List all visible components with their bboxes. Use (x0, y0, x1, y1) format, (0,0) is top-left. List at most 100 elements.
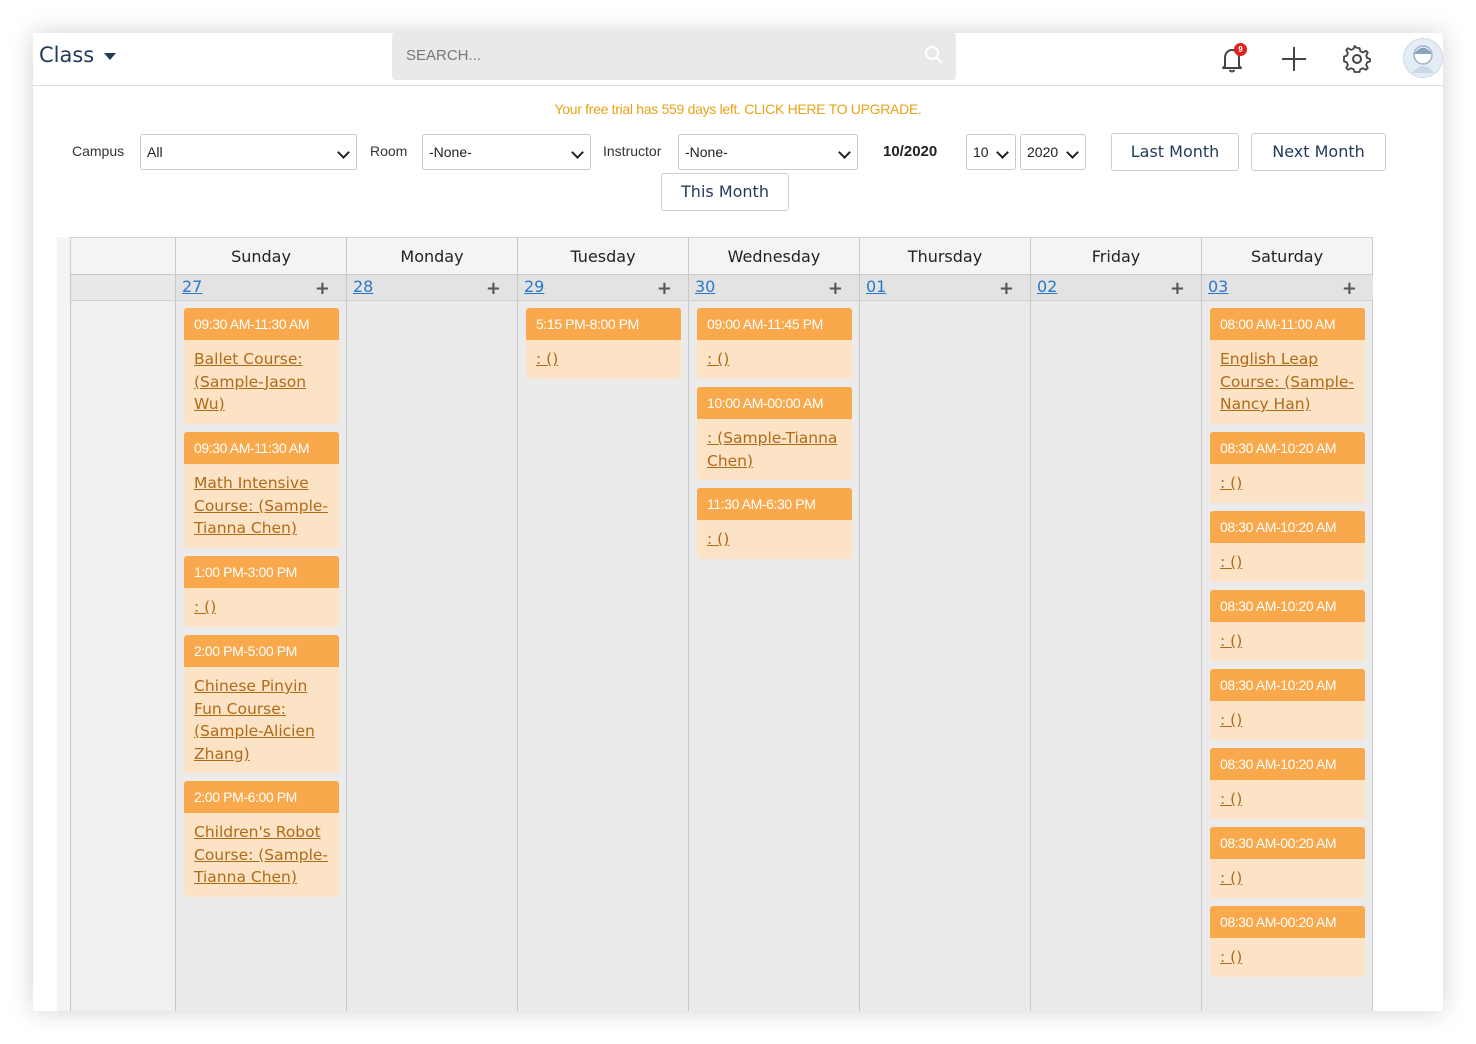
event-title-link[interactable]: Chinese Pinyin Fun Course: (Sample-Alici… (184, 667, 339, 773)
avatar[interactable] (1403, 38, 1443, 78)
date-link[interactable]: 29 (524, 277, 544, 296)
event-card[interactable]: 09:00 AM-11:45 PM: () (697, 308, 852, 379)
module-switcher[interactable]: Class (39, 43, 117, 67)
corner-header (70, 237, 175, 275)
month-value: 10 (973, 144, 989, 160)
month-select[interactable]: 10 (966, 134, 1016, 170)
add-event-plus-icon[interactable]: + (999, 278, 1014, 299)
event-time: 2:00 PM-5:00 PM (184, 635, 339, 667)
chevron-down-icon (1066, 146, 1079, 159)
event-title-link[interactable]: : () (184, 588, 339, 627)
add-event-plus-icon[interactable]: + (1170, 278, 1185, 299)
last-month-button[interactable]: Last Month (1111, 133, 1239, 171)
add-button[interactable] (1276, 41, 1312, 77)
instructor-select[interactable]: -None- (678, 134, 858, 170)
event-title-link[interactable]: : () (1210, 938, 1365, 977)
event-title-link[interactable]: : () (526, 340, 681, 379)
add-event-plus-icon[interactable]: + (315, 278, 330, 299)
event-title-link[interactable]: : () (697, 340, 852, 379)
event-card[interactable]: 11:30 AM-6:30 PM: () (697, 488, 852, 559)
date-bar-sunday: 27 + (175, 275, 346, 301)
chevron-down-icon (104, 52, 117, 60)
page-title: Class (39, 43, 95, 67)
day-cell-friday (1030, 301, 1201, 1011)
search-box (392, 33, 956, 80)
search-icon[interactable] (924, 45, 944, 70)
event-card[interactable]: 09:30 AM-11:30 AM Math Intensive Course: … (184, 432, 339, 548)
chevron-down-icon (571, 146, 584, 159)
event-card[interactable]: 08:30 AM-10:20 AM: () (1210, 590, 1365, 661)
day-header-sunday: Sunday (175, 237, 346, 275)
event-title-link[interactable]: Math Intensive Course: (Sample-Tianna Ch… (184, 464, 339, 548)
this-month-button[interactable]: This Month (661, 173, 789, 211)
settings-button[interactable] (1339, 41, 1375, 77)
campus-select[interactable]: All (140, 134, 357, 170)
event-card[interactable]: 08:30 AM-00:20 AM: () (1210, 906, 1365, 977)
chevron-down-icon (838, 146, 851, 159)
event-card[interactable]: 10:00 AM-00:00 AM: (Sample-Tianna Chen) (697, 387, 852, 480)
chevron-down-icon (996, 146, 1009, 159)
event-card[interactable]: 09:30 AM-11:30 AM Ballet Course: (Sample-… (184, 308, 339, 424)
event-time: 08:30 AM-10:20 AM (1210, 511, 1365, 543)
event-card[interactable]: 08:30 AM-10:20 AM: () (1210, 432, 1365, 503)
corner-datebar (70, 275, 175, 301)
add-event-plus-icon[interactable]: + (657, 278, 672, 299)
date-link[interactable]: 27 (182, 277, 202, 296)
event-card[interactable]: 08:30 AM-10:20 AM: () (1210, 511, 1365, 582)
event-title-link[interactable]: Ballet Course: (Sample-Jason Wu) (184, 340, 339, 424)
event-time: 09:00 AM-11:45 PM (697, 308, 852, 340)
top-bar: Class 9 (33, 33, 1443, 86)
event-title-link[interactable]: : () (1210, 780, 1365, 819)
event-time: 08:00 AM-11:00 AM (1210, 308, 1365, 340)
day-cell-wednesday: 09:00 AM-11:45 PM: () 10:00 AM-00:00 AM: … (688, 301, 859, 1011)
event-time: 08:30 AM-10:20 AM (1210, 432, 1365, 464)
event-title-link[interactable]: : () (1210, 701, 1365, 740)
plus-icon (1276, 47, 1312, 81)
add-event-plus-icon[interactable]: + (1342, 278, 1357, 299)
event-time: 08:30 AM-10:20 AM (1210, 669, 1365, 701)
event-time: 1:00 PM-3:00 PM (184, 556, 339, 588)
add-event-plus-icon[interactable]: + (486, 278, 501, 299)
date-link[interactable]: 28 (353, 277, 373, 296)
event-title-link[interactable]: English Leap Course: (Sample-Nancy Han) (1210, 340, 1365, 424)
notifications-button[interactable]: 9 (1214, 41, 1250, 77)
event-card[interactable]: 5:15 PM-8:00 PM: () (526, 308, 681, 379)
event-card[interactable]: 2:00 PM-5:00 PM Chinese Pinyin Fun Course… (184, 635, 339, 773)
event-time: 09:30 AM-11:30 AM (184, 308, 339, 340)
bell-icon (1214, 49, 1250, 81)
date-link[interactable]: 02 (1037, 277, 1057, 296)
next-month-button[interactable]: Next Month (1251, 133, 1386, 171)
event-card[interactable]: 2:00 PM-6:00 PM Children's Robot Course: … (184, 781, 339, 897)
event-card[interactable]: 08:30 AM-00:20 AM: () (1210, 827, 1365, 898)
day-cell-saturday: 08:00 AM-11:00 AM English Leap Course: (S… (1201, 301, 1373, 1011)
event-card[interactable]: 08:30 AM-10:20 AM: () (1210, 669, 1365, 740)
app-window: Class 9 Your free tria (33, 33, 1443, 1011)
date-bar-wednesday: 30 + (688, 275, 859, 301)
instructor-label: Instructor (603, 143, 662, 159)
room-select[interactable]: -None- (422, 134, 591, 170)
event-title-link[interactable]: Children's Robot Course: (Sample-Tianna … (184, 813, 339, 897)
add-event-plus-icon[interactable]: + (828, 278, 843, 299)
upgrade-link[interactable]: CLICK HERE TO UPGRADE. (744, 101, 922, 117)
event-card[interactable]: 08:00 AM-11:00 AM English Leap Course: (S… (1210, 308, 1365, 424)
event-time: 08:30 AM-10:20 AM (1210, 590, 1365, 622)
search-input[interactable] (404, 46, 908, 65)
event-title-link[interactable]: : () (1210, 543, 1365, 582)
event-title-link[interactable]: : (Sample-Tianna Chen) (697, 419, 852, 480)
event-time: 5:15 PM-8:00 PM (526, 308, 681, 340)
day-cell-thursday (859, 301, 1030, 1011)
date-link[interactable]: 30 (695, 277, 715, 296)
event-title-link[interactable]: : () (1210, 859, 1365, 898)
notification-badge: 9 (1234, 43, 1247, 56)
event-title-link[interactable]: : () (1210, 464, 1365, 503)
campus-label: Campus (72, 143, 125, 159)
event-time: 09:30 AM-11:30 AM (184, 432, 339, 464)
event-card[interactable]: 08:30 AM-10:20 AM: () (1210, 748, 1365, 819)
date-link[interactable]: 01 (866, 277, 886, 296)
trial-message: Your free trial has 559 days left. (554, 101, 741, 117)
event-card[interactable]: 1:00 PM-3:00 PM: () (184, 556, 339, 627)
event-title-link[interactable]: : () (1210, 622, 1365, 661)
date-link[interactable]: 03 (1208, 277, 1228, 296)
year-select[interactable]: 2020 (1020, 134, 1086, 170)
event-title-link[interactable]: : () (697, 520, 852, 559)
